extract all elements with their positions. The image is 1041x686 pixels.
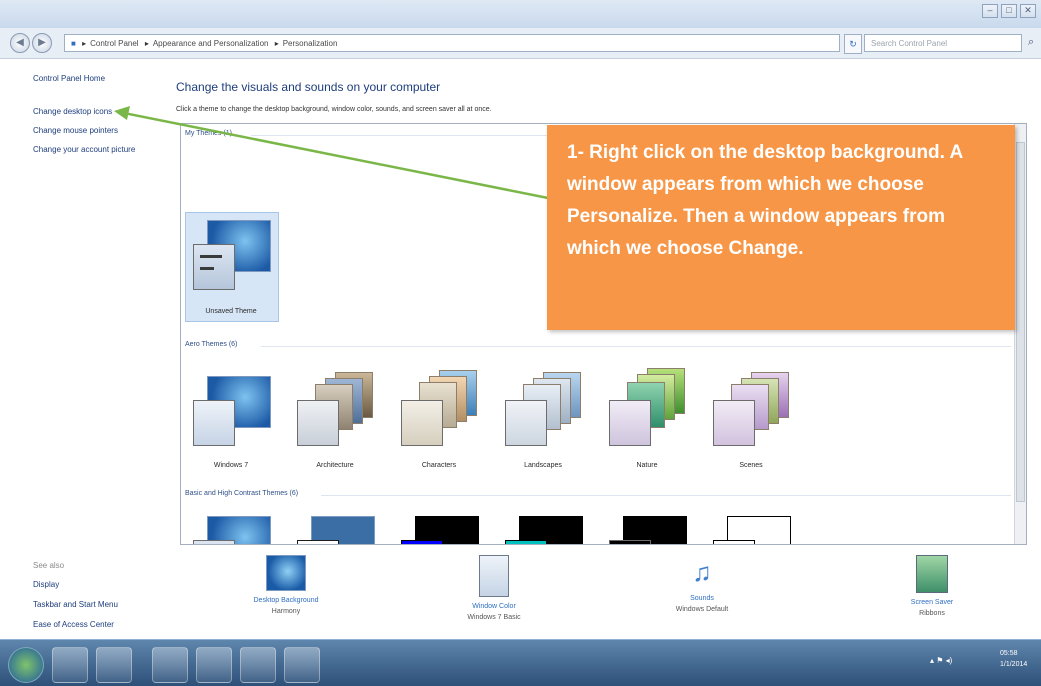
personalization-window: – □ ✕ ◀ ▶ ■ ▸ Control Panel ▸ Appearance a… xyxy=(0,0,1041,686)
instruction-callout: 1- Right click on the desktop background… xyxy=(547,125,1015,330)
annotation-arrow xyxy=(114,106,549,200)
arrow-line xyxy=(123,111,549,200)
arrow-head xyxy=(114,106,130,120)
callout-text: 1- Right click on the desktop background… xyxy=(567,142,963,259)
